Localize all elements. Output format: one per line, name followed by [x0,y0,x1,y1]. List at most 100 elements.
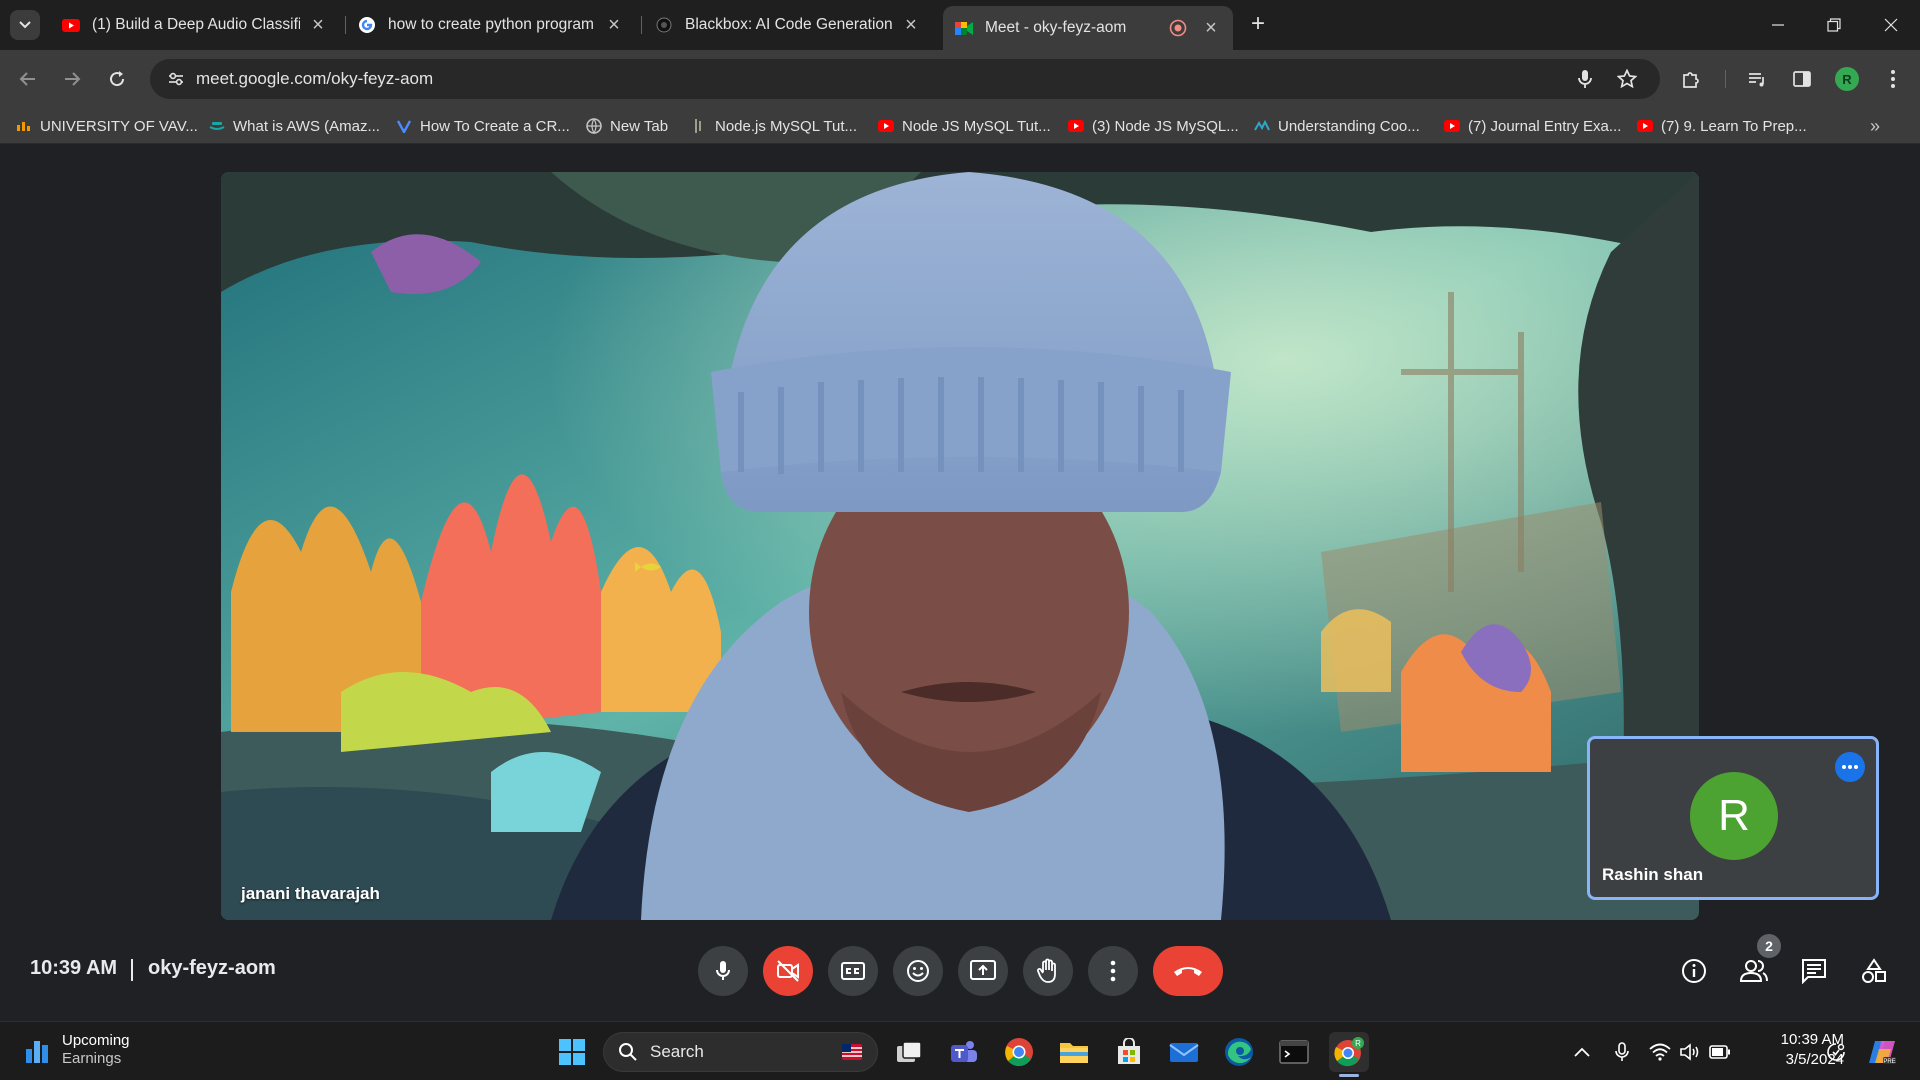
cookie-site-icon [1254,118,1270,134]
more-vertical-icon [1891,70,1895,88]
present-screen-button[interactable] [958,946,1008,996]
youtube-icon [1068,118,1084,134]
globe-icon [586,118,602,134]
more-options-button[interactable] [1088,946,1138,996]
more-horizontal-icon [1842,765,1858,769]
bookmark-nodejs-mysql-w3[interactable]: Node.js MySQL Tut... [691,115,857,137]
close-icon[interactable]: × [604,14,624,36]
wifi-button[interactable] [1648,1040,1672,1064]
bookmark-label: What is AWS (Amaz... [233,117,380,135]
new-tab-button[interactable]: + [1244,10,1272,38]
tab-separator [641,16,642,34]
bookmark-understanding-cookies[interactable]: Understanding Coo... [1254,115,1420,137]
arrow-left-icon [19,72,35,86]
bookmark-learn-to-prep[interactable]: (7) 9. Learn To Prep... [1637,115,1807,137]
arrow-right-icon [65,72,81,86]
playlist-icon [1749,73,1764,87]
meeting-details-button[interactable] [1672,949,1716,993]
task-view-button[interactable] [889,1032,929,1072]
windows-logo-icon [559,1039,585,1065]
chevron-up-icon [1574,1047,1590,1057]
bookmark-aws[interactable]: What is AWS (Amaz... [209,115,380,137]
side-panel-icon [1793,71,1811,87]
microsoft-store-button[interactable] [1109,1032,1149,1072]
store-icon [1118,1038,1140,1064]
bookmark-nodejs-mysql-yt[interactable]: Node JS MySQL Tut... [878,115,1051,137]
close-window-button[interactable] [1871,8,1911,42]
chrome-button[interactable] [999,1032,1039,1072]
teams-button[interactable] [944,1032,984,1072]
microphone-icon[interactable] [1573,67,1597,91]
participant-video-feed [221,172,1699,920]
copilot-button[interactable]: PRE [1866,1040,1898,1065]
show-hidden-icons-button[interactable] [1570,1040,1594,1064]
minimize-button[interactable] [1758,8,1798,42]
file-explorer-button[interactable] [1054,1032,1094,1072]
bookmark-nodejs-mysql-yt-3[interactable]: (3) Node JS MySQL... [1068,115,1239,137]
side-panel-button[interactable] [1786,63,1818,95]
self-name-label: Rashin shan [1602,865,1704,884]
reload-button[interactable] [101,63,133,95]
bookmark-university[interactable]: UNIVERSITY OF VAV... [16,115,198,137]
v-logo-icon [396,118,412,134]
edge-button[interactable] [1219,1032,1259,1072]
focus-assist-button[interactable] [1824,1040,1848,1064]
youtube-icon [878,118,894,134]
mail-button[interactable] [1164,1032,1204,1072]
microphone-toggle-button[interactable] [698,946,748,996]
bookmark-star-icon[interactable] [1615,67,1639,91]
main-video-tile[interactable]: janani thavarajah [221,172,1699,920]
chat-button[interactable] [1792,949,1836,993]
bookmark-create-crud[interactable]: How To Create a CR... [396,115,570,137]
bookmark-label: Node.js MySQL Tut... [715,117,857,135]
raise-hand-button[interactable] [1023,946,1073,996]
close-icon [1884,18,1898,32]
extensions-button[interactable] [1675,63,1707,95]
emoji-icon [907,960,929,982]
minimize-icon [1772,24,1784,26]
volume-button[interactable] [1678,1040,1702,1064]
tab-search-button[interactable] [10,10,40,40]
tab-python-search[interactable]: how to create python program × [346,8,636,42]
start-button[interactable] [552,1032,592,1072]
terminal-button[interactable] [1274,1032,1314,1072]
battery-button[interactable] [1708,1040,1732,1064]
back-button[interactable] [12,63,44,95]
bookmark-new-tab[interactable]: New Tab [586,115,668,137]
bookmark-label: UNIVERSITY OF VAV... [40,117,198,135]
camera-off-icon [777,960,799,982]
chrome-icon: R [1334,1037,1364,1067]
camera-toggle-button[interactable] [763,946,813,996]
leave-call-button[interactable] [1153,946,1223,996]
tab-audio-classifier[interactable]: (1) Build a Deep Audio Classifie × [50,8,340,42]
taskbar-search[interactable]: Search [603,1032,878,1072]
media-controls-button[interactable] [1741,63,1773,95]
tile-options-button[interactable] [1835,752,1865,782]
chevron-double-right-icon: » [1869,116,1880,136]
profile-button[interactable]: R [1831,63,1863,95]
site-settings-icon[interactable] [164,67,188,91]
forward-button[interactable] [56,63,88,95]
bookmark-journal-entry[interactable]: (7) Journal Entry Exa... [1444,115,1621,137]
reactions-button[interactable] [893,946,943,996]
tab-google-meet[interactable]: Meet - oky-feyz-aom × [943,6,1233,50]
captions-button[interactable] [828,946,878,996]
microphone-tray-button[interactable] [1610,1040,1634,1064]
browser-menu-button[interactable] [1877,63,1909,95]
bookmarks-overflow-button[interactable]: » [1870,116,1880,137]
restore-button[interactable] [1814,8,1854,42]
close-icon[interactable]: × [901,14,921,36]
tab-label: Blackbox: AI Code Generation, C [685,16,893,33]
aws-icon [209,118,225,134]
chrome-profile-button[interactable]: R [1329,1032,1369,1072]
widgets-button[interactable]: Upcoming Earnings [24,1032,130,1068]
hand-icon [1037,958,1056,983]
close-icon[interactable]: × [1201,17,1221,39]
activities-button[interactable] [1852,949,1896,993]
self-video-tile[interactable]: R Rashin shan [1587,736,1879,900]
tab-blackbox[interactable]: Blackbox: AI Code Generation, C × [643,8,933,42]
close-icon[interactable]: × [308,14,328,36]
address-bar[interactable]: meet.google.com/oky-feyz-aom [150,59,1660,99]
google-meet-icon [955,19,973,37]
chat-icon [1802,959,1826,984]
